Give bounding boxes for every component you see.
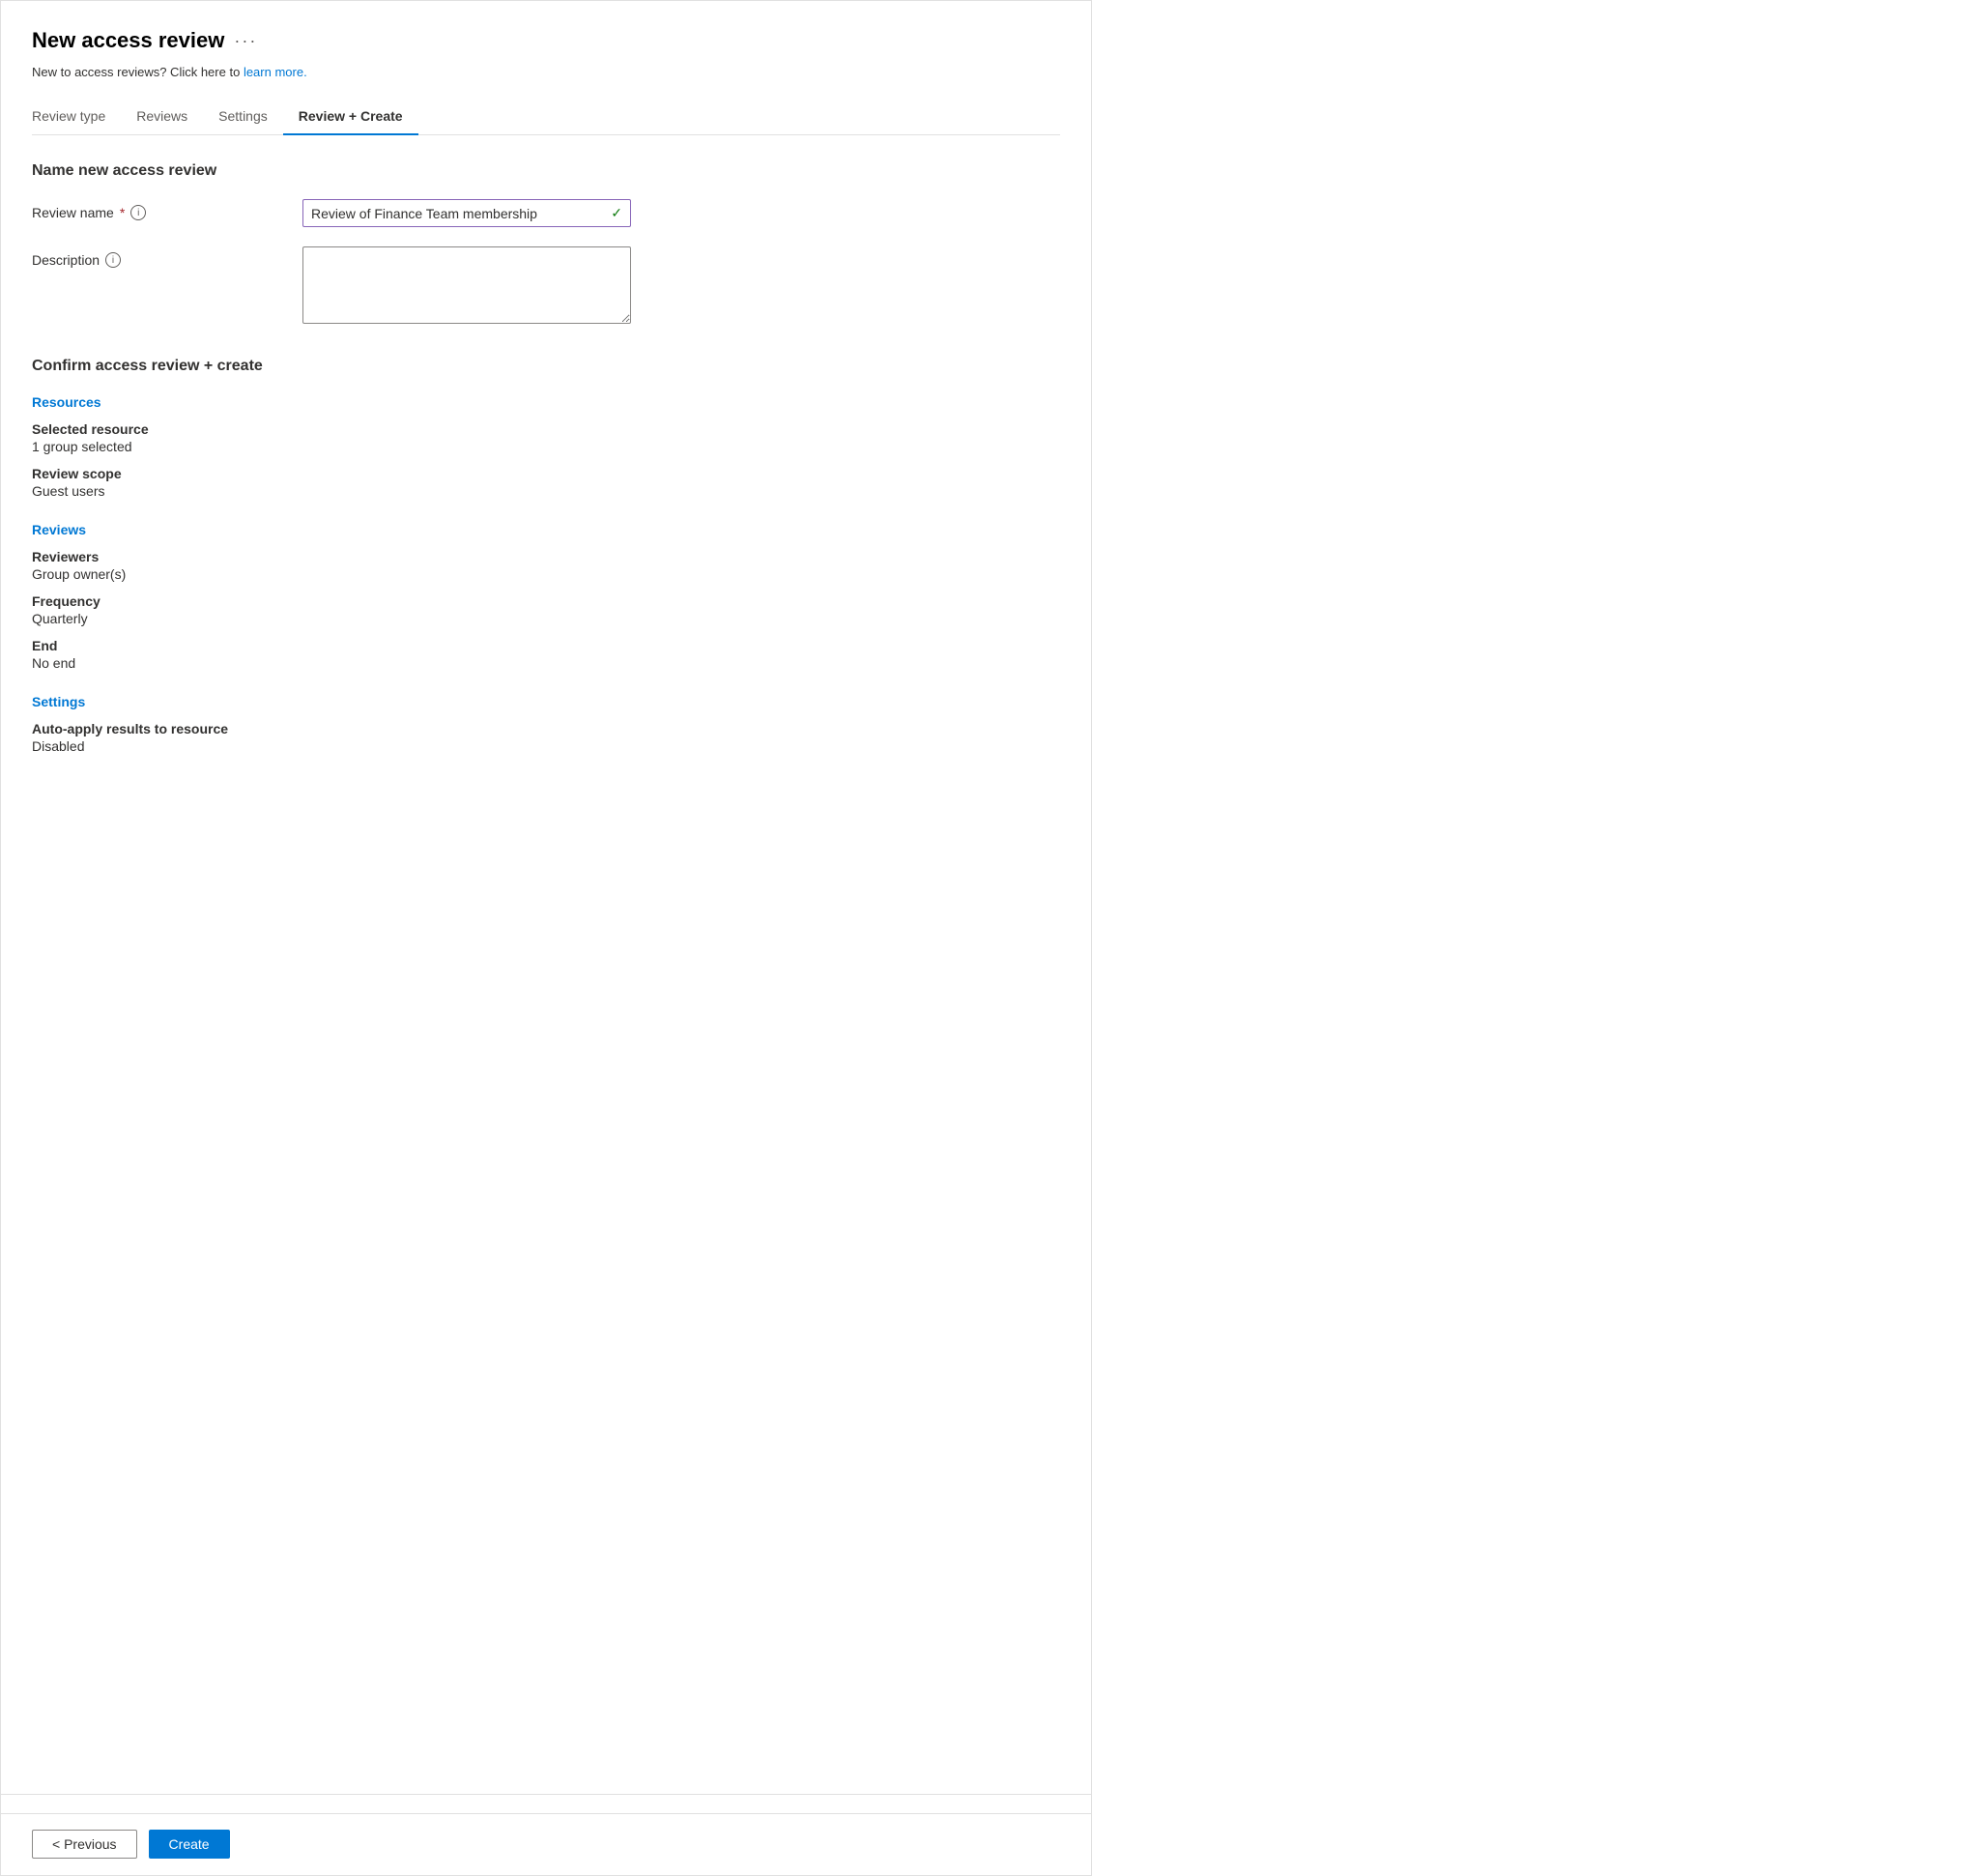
- frequency-value: Quarterly: [32, 611, 1060, 626]
- review-name-label: Review name * i: [32, 199, 302, 220]
- check-icon: ✓: [611, 205, 622, 221]
- frequency-item: Frequency Quarterly: [32, 593, 1060, 626]
- review-scope-item: Review scope Guest users: [32, 466, 1060, 499]
- page-title: New access review: [32, 28, 224, 53]
- footer-bar: < Previous Create: [1, 1813, 1091, 1874]
- page-header: New access review ···: [32, 28, 1060, 53]
- description-textarea[interactable]: [302, 246, 631, 324]
- tab-review-type[interactable]: Review type: [32, 99, 121, 135]
- auto-apply-label: Auto-apply results to resource: [32, 721, 1060, 736]
- frequency-label: Frequency: [32, 593, 1060, 609]
- form-section-title: Name new access review: [32, 162, 1060, 180]
- resources-group-title: Resources: [32, 394, 1060, 410]
- learn-more-static: New to access reviews? Click here to: [32, 65, 240, 79]
- tabs-nav: Review type Reviews Settings Review + Cr…: [32, 99, 1060, 135]
- description-label: Description i: [32, 246, 302, 268]
- tab-review-create[interactable]: Review + Create: [283, 99, 418, 135]
- confirm-section: Confirm access review + create Resources…: [32, 358, 1060, 754]
- review-group-settings: Settings Auto-apply results to resource …: [32, 694, 1060, 754]
- end-item: End No end: [32, 638, 1060, 671]
- reviews-group-title: Reviews: [32, 522, 1060, 537]
- end-label: End: [32, 638, 1060, 653]
- auto-apply-item: Auto-apply results to resource Disabled: [32, 721, 1060, 754]
- review-name-label-text: Review name: [32, 205, 114, 220]
- selected-resource-label: Selected resource: [32, 421, 1060, 437]
- description-label-text: Description: [32, 252, 100, 268]
- page-container: New access review ··· New to access revi…: [1, 1, 1091, 1875]
- review-group-resources: Resources Selected resource 1 group sele…: [32, 394, 1060, 499]
- learn-more-link[interactable]: learn more.: [244, 65, 307, 79]
- tab-reviews[interactable]: Reviews: [121, 99, 203, 135]
- review-name-input-wrapper: ✓: [302, 199, 631, 227]
- required-star: *: [120, 205, 125, 220]
- review-scope-value: Guest users: [32, 483, 1060, 499]
- reviewers-label: Reviewers: [32, 549, 1060, 564]
- reviewers-value: Group owner(s): [32, 566, 1060, 582]
- review-name-info-icon[interactable]: i: [130, 205, 146, 220]
- footer-divider: [1, 1794, 1091, 1795]
- selected-resource-item: Selected resource 1 group selected: [32, 421, 1060, 454]
- selected-resource-value: 1 group selected: [32, 439, 1060, 454]
- reviewers-item: Reviewers Group owner(s): [32, 549, 1060, 582]
- auto-apply-value: Disabled: [32, 738, 1060, 754]
- settings-group-title: Settings: [32, 694, 1060, 709]
- review-name-input-container: ✓: [302, 199, 631, 227]
- description-input-wrapper: [302, 246, 631, 327]
- learn-more-text: New to access reviews? Click here to lea…: [32, 65, 1060, 79]
- end-value: No end: [32, 655, 1060, 671]
- review-name-row: Review name * i ✓: [32, 199, 1060, 227]
- confirm-title: Confirm access review + create: [32, 358, 1060, 375]
- name-section: Name new access review Review name * i ✓: [32, 162, 1060, 327]
- review-name-input[interactable]: [311, 206, 605, 221]
- description-info-icon[interactable]: i: [105, 252, 121, 268]
- create-button[interactable]: Create: [149, 1830, 230, 1859]
- description-row: Description i: [32, 246, 1060, 327]
- main-content: New access review ··· New to access revi…: [1, 1, 1091, 1794]
- review-scope-label: Review scope: [32, 466, 1060, 481]
- review-group-reviews: Reviews Reviewers Group owner(s) Frequen…: [32, 522, 1060, 671]
- more-options-icon[interactable]: ···: [234, 31, 257, 51]
- tab-settings[interactable]: Settings: [203, 99, 283, 135]
- previous-button[interactable]: < Previous: [32, 1830, 137, 1859]
